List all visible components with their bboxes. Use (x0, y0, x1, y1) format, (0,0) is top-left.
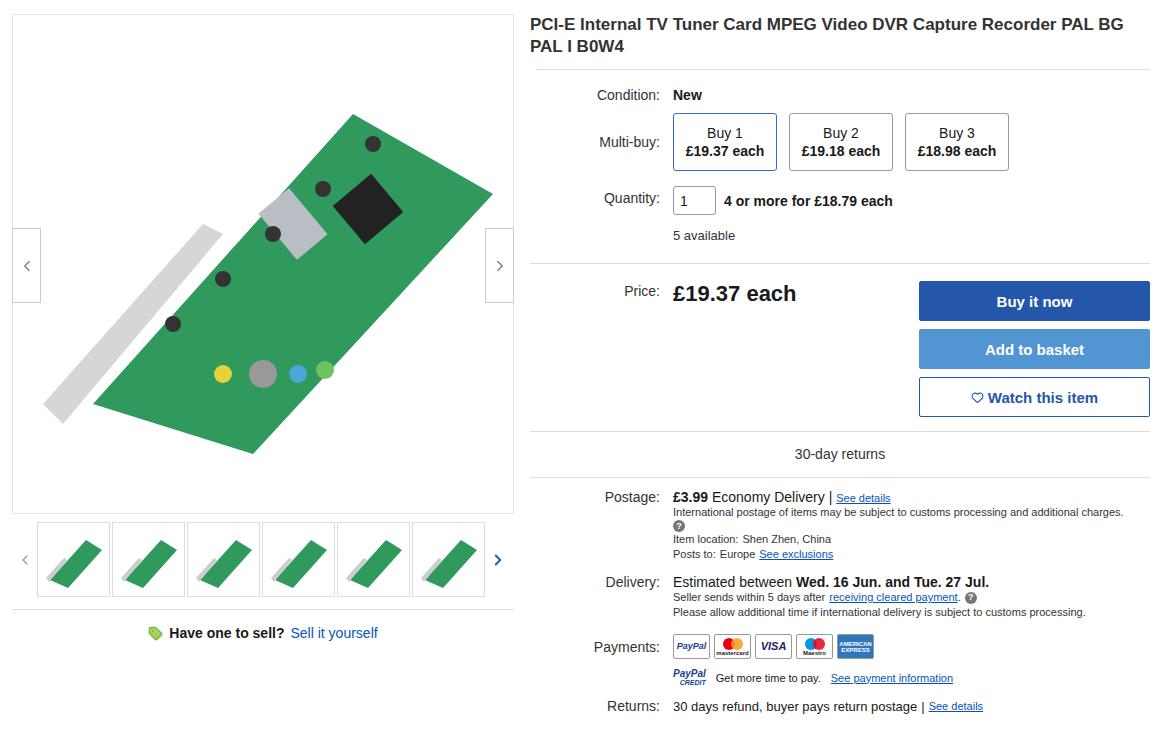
divider (530, 431, 1150, 432)
chevron-left-icon (18, 257, 36, 275)
postage-details-link[interactable]: See details (836, 492, 890, 504)
postage-label: Postage: (530, 489, 660, 505)
price-label: Price: (530, 281, 660, 417)
heart-icon (971, 391, 984, 404)
returns-row: Returns: 30 days refund, buyer pays retur… (530, 698, 1150, 714)
help-icon[interactable]: ? (965, 592, 977, 604)
delivery-row: Delivery: Estimated between Wed. 16 Jun. … (530, 574, 1150, 620)
main-photo (12, 14, 514, 514)
thumbnail-photo (42, 530, 106, 590)
thumbnail-photo (267, 530, 331, 590)
quantity-label: Quantity: (530, 186, 660, 206)
price-value: £19.37 each (673, 281, 906, 417)
gallery: Have one to sell? Sell it yourself (12, 14, 514, 714)
mastercard-logo: mastercard (714, 634, 751, 659)
returns-info: 30 days refund, buyer pays return postag… (673, 699, 1150, 714)
maestro-logo: Maestro (796, 634, 833, 659)
help-icon[interactable]: ? (673, 520, 685, 532)
divider (537, 69, 1150, 70)
chevron-right-icon (491, 257, 509, 275)
posts-to: Posts to:EuropeSee exclusions (673, 547, 1150, 562)
postage-summary: £3.99 Economy Delivery | See details (673, 489, 1150, 505)
payment-information-link[interactable]: See payment information (831, 672, 953, 684)
product-photo (23, 74, 503, 454)
multibuy-options: Buy 1£19.37 eachBuy 2£19.18 eachBuy 3£18… (673, 113, 1150, 171)
outline-button[interactable]: Watch this item (919, 377, 1150, 417)
item-title: PCI-E Internal TV Tuner Card MPEG Video … (530, 14, 1150, 58)
thumbnail-photo (192, 530, 256, 590)
delivery-note: Please allow additional time if internat… (673, 605, 1150, 620)
thumbnail-photo (117, 530, 181, 590)
quantity-row: Quantity: 4 or more for £18.79 each 5 avai… (530, 186, 1150, 243)
action-buttons: Buy it now Add to basket Watch this item (919, 281, 1150, 417)
postage-note: International postage of items may be su… (673, 505, 1150, 520)
multibuy-option[interactable]: Buy 1£19.37 each (673, 113, 777, 171)
visa-logo: VISA (755, 634, 792, 659)
thumbnail[interactable] (37, 522, 110, 597)
multibuy-row: Multi-buy: Buy 1£19.37 eachBuy 2£19.18 ea… (530, 113, 1150, 171)
quantity-input[interactable] (673, 186, 716, 215)
returns-label: Returns: (530, 698, 660, 714)
thumbnail[interactable] (337, 522, 410, 597)
paypal-credit: PayPalCREDITGet more time to pay.See pay… (673, 669, 1150, 686)
thumbnails-prev-button[interactable] (12, 522, 37, 597)
listing-page: Have one to sell? Sell it yourself PCI-E I… (0, 0, 1165, 714)
thumbnail[interactable] (262, 522, 335, 597)
primary-button[interactable]: Buy it now (919, 281, 1150, 321)
thumbnail[interactable] (112, 522, 185, 597)
divider (530, 263, 1150, 264)
tag-icon (148, 626, 163, 641)
paypal-logo: PayPal (673, 634, 710, 659)
dispatch-info: Seller sends within 5 days afterreceivin… (673, 590, 1150, 605)
exclusions-link[interactable]: See exclusions (759, 547, 833, 562)
sell-prompt-text: Have one to sell? (169, 625, 284, 641)
secondary-button[interactable]: Add to basket (919, 329, 1150, 369)
condition-label: Condition: (530, 87, 660, 103)
item-location: Item location:Shen Zhen, China (673, 532, 1150, 547)
thumbnail[interactable] (412, 522, 485, 597)
condition-row: Condition: New (530, 87, 1150, 103)
price-row: Price:£19.37 each Buy it now Add to basket… (530, 281, 1150, 417)
thumbnail[interactable] (187, 522, 260, 597)
card-circles-icon (804, 638, 826, 650)
chevron-right-icon (489, 551, 507, 569)
thumbnail-list (37, 522, 485, 597)
thumbnail-photo (342, 530, 406, 590)
condition-value: New (673, 87, 1150, 103)
thumbnail-strip (12, 522, 514, 597)
sell-prompt: Have one to sell? Sell it yourself (12, 610, 514, 641)
available-count: 5 available (673, 228, 1150, 243)
delivery-label: Delivery: (530, 574, 660, 590)
credit-row: PayPalCREDITGet more time to pay.See pay… (530, 659, 1150, 686)
payment-cards: PayPalmastercardVISAMaestroAMERICAN EXPR… (673, 634, 1150, 659)
thumbnails-next-button[interactable] (485, 522, 510, 597)
chevron-left-icon (17, 552, 33, 568)
next-photo-button[interactable] (485, 228, 514, 303)
previous-photo-button[interactable] (12, 228, 41, 303)
paypal-credit-logo: PayPalCREDIT (673, 669, 706, 686)
card-circles-icon (722, 638, 744, 650)
multibuy-label: Multi-buy: (530, 134, 660, 150)
multibuy-option[interactable]: Buy 2£19.18 each (789, 113, 893, 171)
item-details: PCI-E Internal TV Tuner Card MPEG Video … (530, 14, 1150, 714)
amex-logo: AMERICAN EXPRESS (837, 634, 874, 659)
payments-label: Payments: (530, 639, 660, 655)
sell-link[interactable]: Sell it yourself (291, 625, 378, 641)
divider (530, 477, 1150, 478)
payments-row: Payments: PayPalmastercardVISAMaestroAMER… (530, 634, 1150, 659)
delivery-estimate: Estimated between Wed. 16 Jun. and Tue. … (673, 574, 1150, 590)
cleared-payment-link[interactable]: receiving cleared payment (829, 591, 957, 603)
postage-row: Postage: £3.99 Economy Delivery | See det… (530, 489, 1150, 562)
multibuy-option[interactable]: Buy 3£18.98 each (905, 113, 1009, 171)
returns-details-link[interactable]: See details (929, 700, 983, 712)
returns-banner: 30-day returns (530, 432, 1150, 477)
divider (12, 609, 514, 610)
thumbnail-photo (417, 530, 481, 590)
quantity-offer: 4 or more for £18.79 each (724, 193, 893, 209)
